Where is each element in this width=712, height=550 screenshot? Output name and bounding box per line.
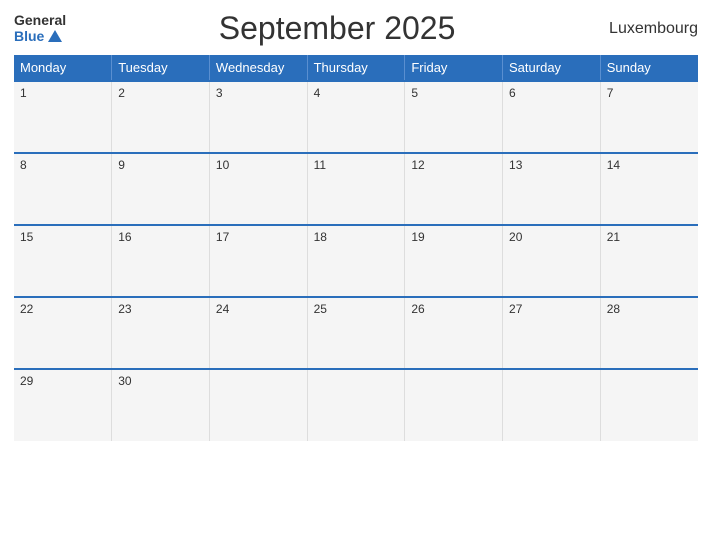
date-number: 30	[118, 374, 131, 388]
day-header-saturday: Saturday	[503, 55, 601, 81]
date-number: 23	[118, 302, 131, 316]
date-number: 14	[607, 158, 620, 172]
day-header-wednesday: Wednesday	[209, 55, 307, 81]
days-header-row: MondayTuesdayWednesdayThursdayFridaySatu…	[14, 55, 698, 81]
calendar-cell: 27	[503, 297, 601, 369]
header: General Blue September 2025 Luxembourg	[14, 10, 698, 47]
calendar-cell: 22	[14, 297, 112, 369]
calendar-title: September 2025	[66, 10, 608, 47]
country-label: Luxembourg	[608, 20, 698, 38]
calendar-week-4: 22 23 24 25 26 27 28	[14, 297, 698, 369]
calendar-cell: 28	[600, 297, 698, 369]
date-number: 13	[509, 158, 522, 172]
calendar-cell: 6	[503, 81, 601, 153]
calendar-cell: 8	[14, 153, 112, 225]
day-header-monday: Monday	[14, 55, 112, 81]
date-number: 7	[607, 86, 614, 100]
logo-triangle-icon	[48, 30, 62, 42]
date-number: 12	[411, 158, 424, 172]
calendar-cell: 12	[405, 153, 503, 225]
day-header-thursday: Thursday	[307, 55, 405, 81]
calendar-cell: 11	[307, 153, 405, 225]
calendar-week-3: 15 16 17 18 19 20 21	[14, 225, 698, 297]
date-number: 25	[314, 302, 327, 316]
calendar-cell: 3	[209, 81, 307, 153]
date-number: 20	[509, 230, 522, 244]
calendar-cell: 15	[14, 225, 112, 297]
date-number: 9	[118, 158, 125, 172]
logo-blue-text: Blue	[14, 29, 66, 44]
calendar-cell	[600, 369, 698, 441]
date-number: 2	[118, 86, 125, 100]
calendar-header: MondayTuesdayWednesdayThursdayFridaySatu…	[14, 55, 698, 81]
calendar-page: General Blue September 2025 Luxembourg M…	[0, 0, 712, 550]
calendar-cell	[307, 369, 405, 441]
calendar-cell: 25	[307, 297, 405, 369]
calendar-body: 1234567891011121314151617181920212223242…	[14, 81, 698, 441]
date-number: 10	[216, 158, 229, 172]
date-number: 17	[216, 230, 229, 244]
date-number: 24	[216, 302, 229, 316]
calendar-week-2: 8 9 10 11 12 13 14	[14, 153, 698, 225]
calendar-cell: 26	[405, 297, 503, 369]
calendar-cell: 21	[600, 225, 698, 297]
calendar-cell: 2	[112, 81, 210, 153]
calendar-cell	[405, 369, 503, 441]
calendar-cell: 24	[209, 297, 307, 369]
day-header-tuesday: Tuesday	[112, 55, 210, 81]
calendar-cell	[503, 369, 601, 441]
calendar-cell: 18	[307, 225, 405, 297]
date-number: 8	[20, 158, 27, 172]
day-header-friday: Friday	[405, 55, 503, 81]
calendar-cell: 14	[600, 153, 698, 225]
date-number: 22	[20, 302, 33, 316]
calendar-cell: 9	[112, 153, 210, 225]
calendar-week-5: 29 30	[14, 369, 698, 441]
date-number: 15	[20, 230, 33, 244]
calendar-cell: 16	[112, 225, 210, 297]
calendar-cell: 10	[209, 153, 307, 225]
date-number: 21	[607, 230, 620, 244]
date-number: 29	[20, 374, 33, 388]
calendar-week-1: 1 2 3 4 5 6 7	[14, 81, 698, 153]
calendar-cell: 4	[307, 81, 405, 153]
date-number: 27	[509, 302, 522, 316]
date-number: 26	[411, 302, 424, 316]
date-number: 6	[509, 86, 516, 100]
calendar-cell: 19	[405, 225, 503, 297]
calendar-cell: 29	[14, 369, 112, 441]
logo-general-text: General	[14, 13, 66, 28]
calendar-cell: 5	[405, 81, 503, 153]
day-header-sunday: Sunday	[600, 55, 698, 81]
calendar-cell: 20	[503, 225, 601, 297]
calendar-cell: 7	[600, 81, 698, 153]
date-number: 3	[216, 86, 223, 100]
date-number: 19	[411, 230, 424, 244]
date-number: 1	[20, 86, 27, 100]
date-number: 4	[314, 86, 321, 100]
calendar-cell	[209, 369, 307, 441]
calendar-cell: 30	[112, 369, 210, 441]
calendar-cell: 17	[209, 225, 307, 297]
date-number: 28	[607, 302, 620, 316]
calendar-table: MondayTuesdayWednesdayThursdayFridaySatu…	[14, 55, 698, 441]
calendar-cell: 13	[503, 153, 601, 225]
calendar-cell: 1	[14, 81, 112, 153]
logo: General Blue	[14, 13, 66, 44]
calendar-cell: 23	[112, 297, 210, 369]
date-number: 16	[118, 230, 131, 244]
date-number: 5	[411, 86, 418, 100]
date-number: 18	[314, 230, 327, 244]
date-number: 11	[314, 158, 326, 172]
